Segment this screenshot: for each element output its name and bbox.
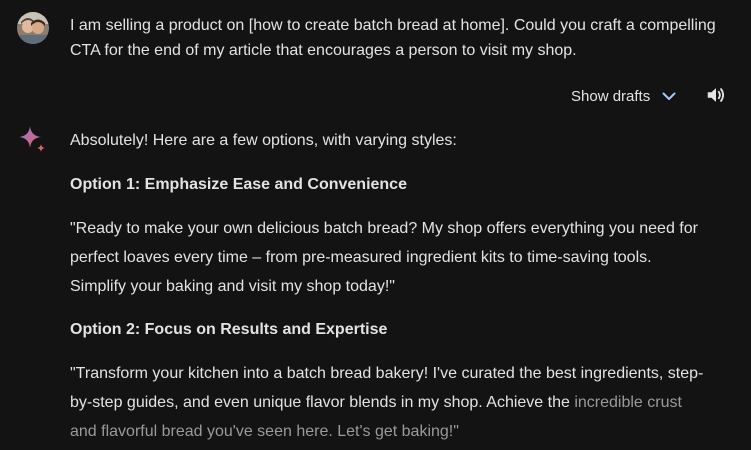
read-aloud-button[interactable]: [702, 83, 730, 111]
option-text: "Transform your kitchen into a batch bre…: [70, 359, 710, 446]
option-heading: Option 1: Emphasize Ease and Convenience: [70, 176, 407, 193]
response-intro: Absolutely! Here are a few options, with…: [70, 132, 457, 149]
model-response: Absolutely! Here are a few options, with…: [70, 126, 710, 446]
show-drafts-button[interactable]: Show drafts: [563, 82, 686, 110]
user-avatar: [17, 12, 49, 44]
user-photo-icon: [17, 12, 49, 44]
show-drafts-label: Show drafts: [571, 87, 651, 105]
speaker-icon: [705, 84, 727, 111]
chat-window: I am selling a product on [how to create…: [0, 0, 751, 450]
option-heading: Option 2: Focus on Results and Expertise: [70, 321, 388, 338]
chevron-down-icon: [660, 87, 678, 105]
gemini-spark-icon: [17, 124, 47, 154]
user-prompt-text: I am selling a product on [how to create…: [70, 17, 716, 59]
option-text: "Ready to make your own delicious batch …: [70, 220, 698, 295]
